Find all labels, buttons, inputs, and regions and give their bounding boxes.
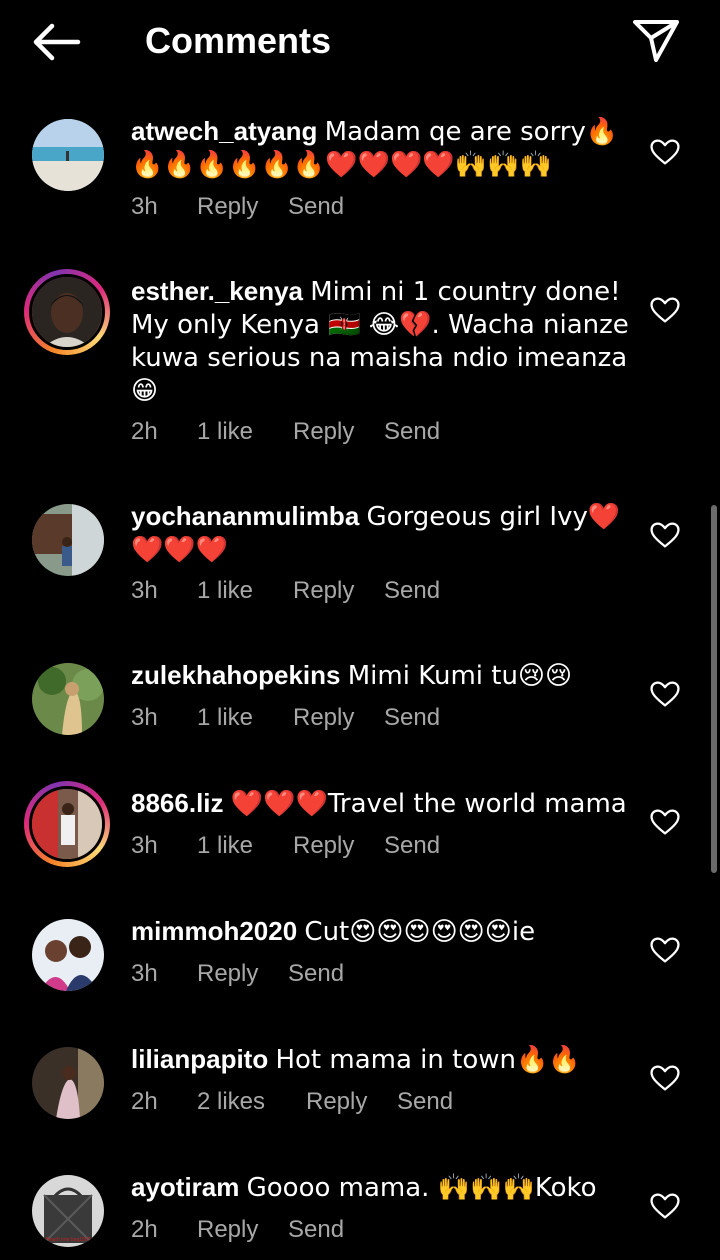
like-button[interactable] xyxy=(648,805,682,839)
avatar xyxy=(29,786,105,862)
comment-time: 3h xyxy=(131,832,158,859)
comment-text: esther._kenya Mimi ni 1 country done! My… xyxy=(131,275,631,407)
comment-body: Goooo mama. 🙌🙌🙌Koko xyxy=(246,1173,597,1203)
comment-time: 3h xyxy=(131,960,158,987)
like-button[interactable] xyxy=(648,1189,682,1223)
comment-body: Hot mama in town🔥🔥 xyxy=(275,1045,581,1075)
comment-time: 3h xyxy=(131,193,158,220)
comment-text: 8866.liz ❤️❤️❤️Travel the world mama xyxy=(131,787,631,820)
send-button[interactable]: Send xyxy=(397,1086,453,1118)
back-button[interactable] xyxy=(28,18,84,66)
reply-button[interactable]: Reply xyxy=(293,575,354,607)
heart-outline-icon xyxy=(650,809,680,835)
heart-outline-icon xyxy=(650,139,680,165)
comment-time: 2h xyxy=(131,1088,158,1115)
comment-username[interactable]: esther._kenya xyxy=(131,276,303,306)
arrow-left-icon xyxy=(33,23,81,61)
heart-outline-icon xyxy=(650,681,680,707)
send-button[interactable]: Send xyxy=(288,191,344,223)
scrollbar[interactable] xyxy=(711,505,717,873)
page-title: Comments xyxy=(145,20,332,61)
send-button[interactable]: Send xyxy=(384,702,440,734)
comment-time: 3h xyxy=(131,577,158,604)
send-button[interactable]: Send xyxy=(384,830,440,862)
comment-username[interactable]: ayotiram xyxy=(131,1172,239,1202)
heart-outline-icon xyxy=(650,522,680,548)
heart-outline-icon xyxy=(650,297,680,323)
avatar[interactable] xyxy=(32,919,104,991)
comment-text: zulekhahopekins Mimi Kumi tu😢😢 xyxy=(131,659,631,692)
paper-plane-icon xyxy=(633,20,679,62)
avatar[interactable] xyxy=(32,504,104,576)
like-button[interactable] xyxy=(648,135,682,169)
avatar[interactable] xyxy=(32,119,104,191)
direct-message-button[interactable] xyxy=(630,16,682,66)
comment-text: atwech_atyang Madam qe are sorry🔥🔥🔥🔥🔥🔥🔥❤… xyxy=(131,115,631,181)
reply-button[interactable]: Reply xyxy=(197,191,258,223)
comment-likes[interactable]: 1 like xyxy=(197,830,253,862)
like-button[interactable] xyxy=(648,933,682,967)
comment-text: mimmoh2020 Cut😍😍😍😍😍😍ie xyxy=(131,915,631,948)
reply-button[interactable]: Reply xyxy=(293,702,354,734)
comment-username[interactable]: zulekhahopekins xyxy=(131,660,341,690)
reply-button[interactable]: Reply xyxy=(293,416,354,448)
comment-likes[interactable]: 1 like xyxy=(197,702,253,734)
comment-username[interactable]: 8866.liz xyxy=(131,788,224,818)
comment-likes[interactable]: 1 like xyxy=(197,575,253,607)
like-button[interactable] xyxy=(648,293,682,327)
header-bar: Comments xyxy=(0,0,720,84)
send-button[interactable]: Send xyxy=(288,958,344,990)
comment-likes[interactable]: 2 likes xyxy=(197,1086,265,1118)
send-button[interactable]: Send xyxy=(384,416,440,448)
reply-button[interactable]: Reply xyxy=(197,1214,258,1246)
reply-button[interactable]: Reply xyxy=(293,830,354,862)
reply-button[interactable]: Reply xyxy=(197,958,258,990)
avatar-story-ring[interactable] xyxy=(24,269,110,355)
reply-button[interactable]: Reply xyxy=(306,1086,367,1118)
send-button[interactable]: Send xyxy=(288,1214,344,1246)
avatar[interactable] xyxy=(32,1047,104,1119)
heart-outline-icon xyxy=(650,1065,680,1091)
comment-body: Mimi Kumi tu😢😢 xyxy=(347,661,573,691)
comment-body: Cut😍😍😍😍😍😍ie xyxy=(304,917,536,947)
avatar[interactable]: Beach tote bag1500 xyxy=(32,1175,104,1247)
comment-body: ❤️❤️❤️Travel the world mama xyxy=(230,789,627,819)
like-button[interactable] xyxy=(648,518,682,552)
heart-outline-icon xyxy=(650,937,680,963)
like-button[interactable] xyxy=(648,1061,682,1095)
heart-outline-icon xyxy=(650,1193,680,1219)
comment-username[interactable]: mimmoh2020 xyxy=(131,916,297,946)
comment-text: yochananmulimba Gorgeous girl Ivy❤️❤️❤️❤… xyxy=(131,500,631,566)
comment-username[interactable]: yochananmulimba xyxy=(131,501,359,531)
comment-username[interactable]: atwech_atyang xyxy=(131,116,317,146)
avatar[interactable] xyxy=(32,663,104,735)
comment-time: 2h xyxy=(131,1216,158,1243)
send-button[interactable]: Send xyxy=(384,575,440,607)
comment-text: ayotiram Goooo mama. 🙌🙌🙌Koko xyxy=(131,1171,631,1204)
like-button[interactable] xyxy=(648,677,682,711)
comment-text: lilianpapito Hot mama in town🔥🔥 xyxy=(131,1043,631,1076)
avatar xyxy=(29,274,105,350)
comment-time: 3h xyxy=(131,704,158,731)
comment-time: 2h xyxy=(131,418,158,445)
avatar-story-ring[interactable] xyxy=(24,781,110,867)
avatar-bag-text: Beach tote bag1500 xyxy=(46,1237,91,1243)
comment-username[interactable]: lilianpapito xyxy=(131,1044,268,1074)
comment-likes[interactable]: 1 like xyxy=(197,416,253,448)
